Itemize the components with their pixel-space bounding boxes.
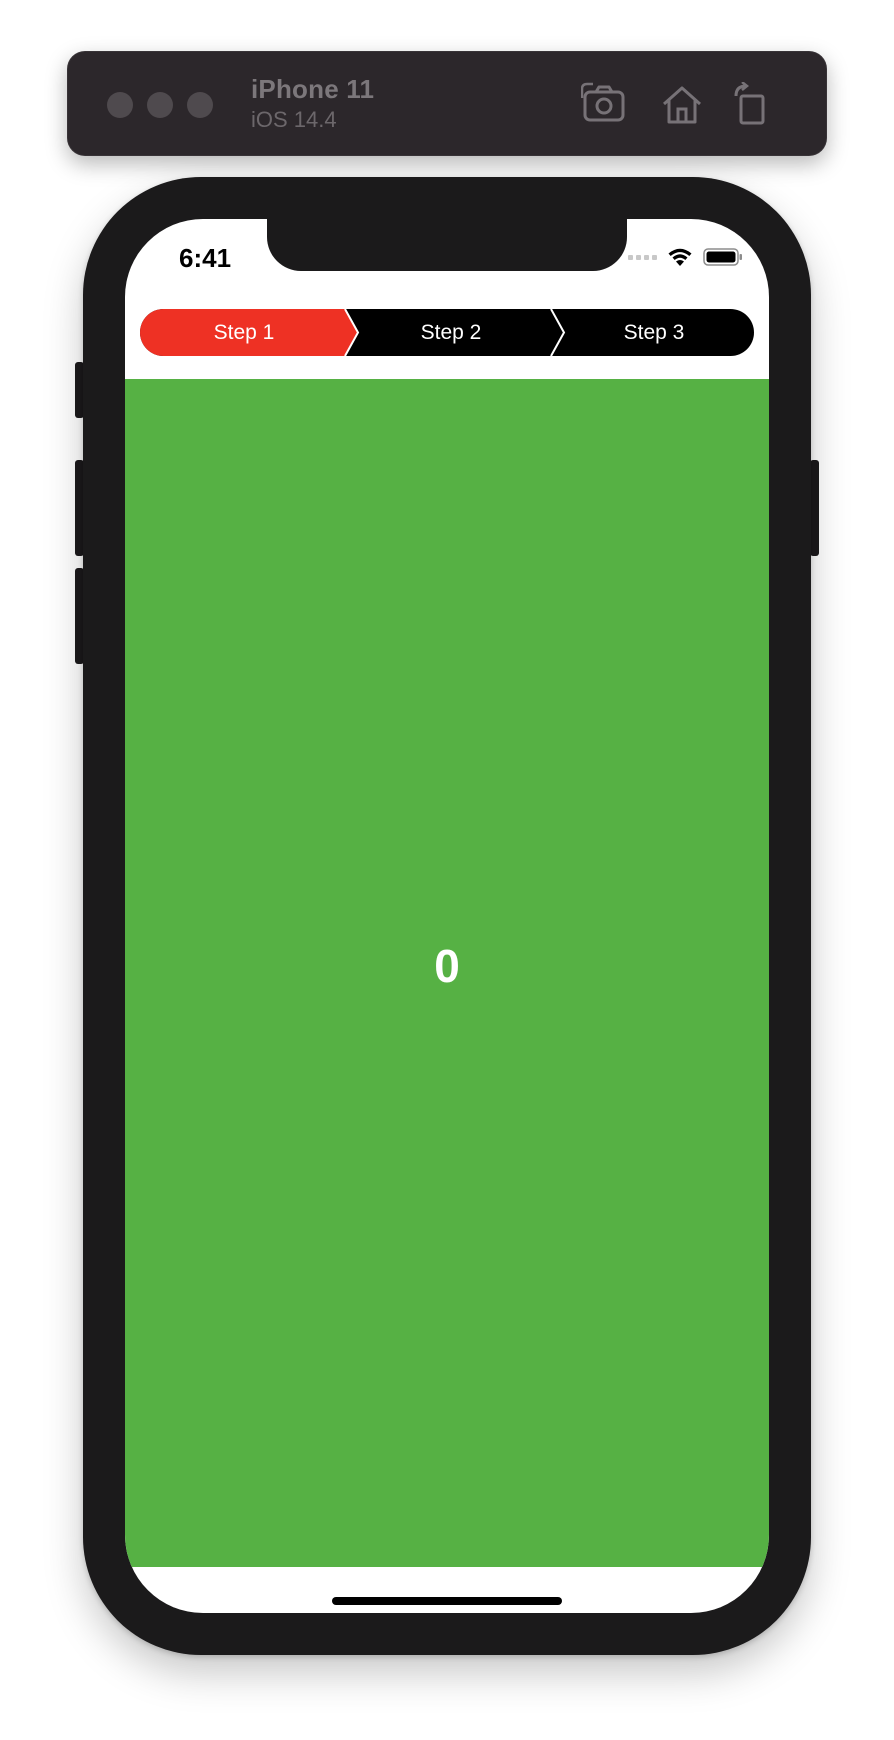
status-icons: [628, 247, 743, 267]
os-version: iOS 14.4: [251, 107, 337, 132]
step-3-tab[interactable]: Step 3: [554, 309, 754, 356]
notch: [267, 219, 627, 271]
device-name: iPhone 11: [251, 74, 375, 104]
battery-icon: [703, 247, 743, 267]
window-zoom-button[interactable]: [187, 92, 213, 118]
power-button: [810, 460, 819, 556]
screenshot-icon[interactable]: [581, 82, 629, 126]
iphone-screen: 6:41 Step 1 Step 2 Step 3 0: [125, 219, 769, 1613]
simulator-stage: iPhone 11 iOS 14.4 6:41 Step 1 Step 2 St…: [0, 0, 894, 1740]
step-1-tab[interactable]: Step 1: [140, 309, 348, 356]
content-area: 0: [125, 379, 769, 1567]
step-progress-bar: Step 1 Step 2 Step 3: [140, 309, 754, 356]
wifi-icon: [667, 247, 693, 267]
signal-icon: [628, 254, 657, 260]
status-time: 6:41: [179, 243, 232, 273]
iphone-frame: 6:41 Step 1 Step 2 Step 3 0: [83, 177, 811, 1655]
window-minimize-button[interactable]: [147, 92, 173, 118]
rotate-icon[interactable]: [731, 82, 779, 126]
simulator-toolbar: [67, 51, 827, 156]
home-icon[interactable]: [658, 82, 706, 126]
counter-value: 0: [434, 940, 460, 992]
window-close-button[interactable]: [107, 92, 133, 118]
step-2-tab[interactable]: Step 2: [348, 309, 554, 356]
home-indicator[interactable]: [332, 1597, 562, 1605]
